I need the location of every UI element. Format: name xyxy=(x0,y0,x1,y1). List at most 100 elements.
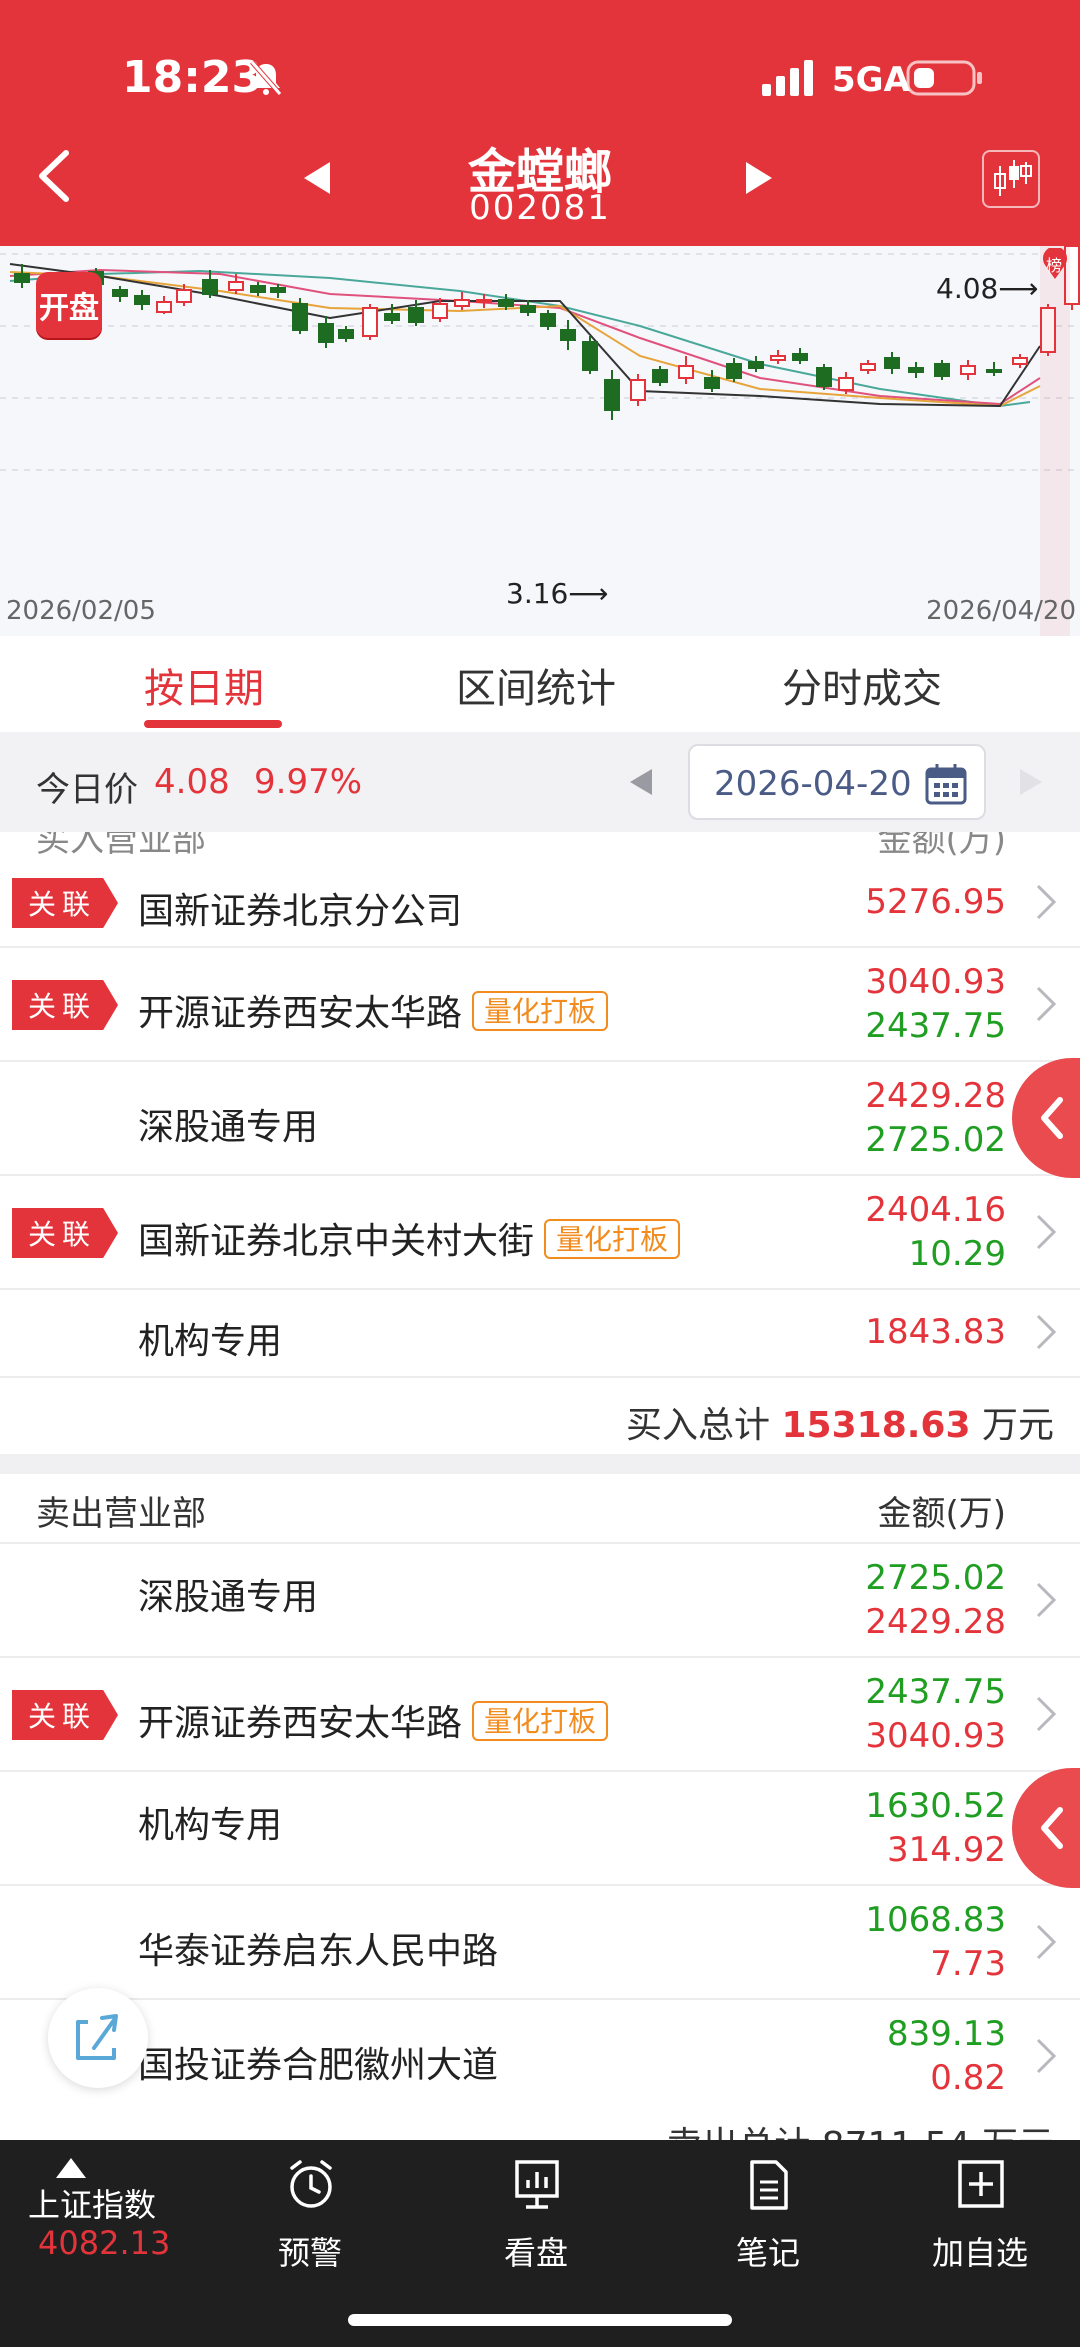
index-value: 4082.13 xyxy=(38,2224,171,2262)
high-price-label: 4.08⟶ xyxy=(936,272,1039,305)
candle-body xyxy=(792,353,808,361)
chart-end-date: 2026/04/20 xyxy=(926,596,1076,626)
quant-badge: 量化打板 xyxy=(544,1219,681,1259)
sell-row[interactable]: 华泰证券启东人民中路 1068.83 7.73 xyxy=(0,1886,1080,2000)
chevron-right-icon xyxy=(1036,1582,1057,1618)
seat-name: 开源证券西安太华路 xyxy=(138,993,463,1034)
related-tag: 关联 xyxy=(12,878,118,928)
nav-label: 加自选 xyxy=(931,2234,1028,2272)
candle-body xyxy=(270,287,286,293)
buy-amount: 314.92 xyxy=(887,1830,1006,1870)
sell-row[interactable]: 国投证券合肥徽州大道 839.13 0.82 xyxy=(0,2000,1080,2114)
candle-body xyxy=(112,289,128,297)
buy-total: 买入总计 15318.63 万元 xyxy=(626,1396,1054,1448)
seat-name: 机构专用 xyxy=(138,1321,283,1362)
chevron-left-icon xyxy=(1041,1807,1063,1849)
nav-label: 看盘 xyxy=(503,2234,568,2272)
nav-market[interactable]: 看盘 xyxy=(456,2140,616,2290)
sell-amount: 2725.02 xyxy=(865,1558,1006,1598)
home-indicator xyxy=(348,2314,732,2326)
buy-row[interactable]: 关联 国新证券北京中关村大街 量化打板 2404.16 10.29 xyxy=(0,1176,1080,1290)
nav-label: 预警 xyxy=(277,2234,342,2272)
nav-label: 笔记 xyxy=(735,2234,800,2272)
note-icon xyxy=(750,2160,788,2210)
today-price-row: 今日价 4.08 9.97% 2026-04-20 xyxy=(0,732,1080,832)
network-label: 5GA xyxy=(832,60,910,100)
sell-amount: 1068.83 xyxy=(865,1900,1006,1940)
seat-name: 国新证券北京分公司 xyxy=(138,891,463,932)
sell-total: 卖出总计 8711.54 万元 xyxy=(666,2116,1054,2140)
candle-body xyxy=(726,363,742,379)
moving-average-line xyxy=(9,263,1041,408)
sell-row[interactable]: 关联 开源证券西安太华路 量化打板 2437.75 3040.93 xyxy=(0,1658,1080,1772)
buy-header-amount: 金额(万) xyxy=(877,832,1006,858)
candle-body xyxy=(338,329,354,339)
index-name: 上证指数 xyxy=(28,2186,157,2224)
sell-header-amount: 金额(万) xyxy=(877,1494,1006,1534)
sell-row[interactable]: 机构专用 1630.52 314.92 xyxy=(0,1772,1080,1886)
nav-index-quote[interactable]: 上证指数 4082.13 xyxy=(0,2140,200,2290)
nav-add-watchlist[interactable]: 加自选 xyxy=(900,2140,1060,2290)
buy-amount: 0.82 xyxy=(930,2058,1006,2098)
next-stock-icon[interactable] xyxy=(740,160,776,196)
section-separator xyxy=(0,1454,1080,1474)
sell-amount: 1630.52 xyxy=(865,1786,1006,1826)
candle-body xyxy=(432,303,448,319)
buy-row[interactable]: 机构专用 1843.83 xyxy=(0,1290,1080,1378)
seat-name: 深股通专用 xyxy=(138,1107,319,1148)
related-tag: 关联 xyxy=(12,1690,118,1740)
moving-average-line xyxy=(9,271,1041,408)
buy-row[interactable]: 深股通专用 2429.28 2725.02 xyxy=(0,1062,1080,1176)
tab-range-stats[interactable]: 区间统计 xyxy=(456,656,616,714)
today-price-label: 今日价 xyxy=(36,770,138,810)
sell-amount: 839.13 xyxy=(887,2014,1006,2054)
candle-body xyxy=(384,313,400,321)
buy-total-unit: 万元 xyxy=(981,1405,1054,1446)
candle-body xyxy=(454,299,470,307)
buy-row[interactable]: 关联 国新证券北京分公司 5276.95 xyxy=(0,858,1080,948)
buy-header: 买入营业部 金额(万) xyxy=(0,832,1080,858)
buy-amount: 2429.28 xyxy=(865,1602,1006,1642)
up-arrow-icon xyxy=(56,2158,86,2178)
tab-tick-trades[interactable]: 分时成交 xyxy=(782,656,942,714)
app-root: 18:23 5GA 金螳螂 002081 开盘 榜 4.08⟶ 3.16⟶ 20… xyxy=(0,0,1080,2347)
open-badge[interactable]: 开盘 xyxy=(36,272,102,338)
buy-amount: 1843.83 xyxy=(865,1312,1006,1352)
today-price-value: 4.08 xyxy=(154,762,230,802)
kline-toggle-button[interactable] xyxy=(982,150,1040,208)
battery-icon xyxy=(906,60,982,96)
candle-body xyxy=(582,341,598,371)
sell-header-label: 卖出营业部 xyxy=(36,1494,206,1534)
today-change-value: 9.97% xyxy=(254,762,363,802)
buy-row[interactable]: 关联 开源证券西安太华路 量化打板 3040.93 2437.75 xyxy=(0,948,1080,1062)
chevron-right-icon xyxy=(1036,884,1057,920)
tab-by-date[interactable]: 按日期 xyxy=(144,656,264,714)
share-button[interactable] xyxy=(48,1988,148,2088)
candle-body xyxy=(408,307,424,323)
buy-amount: 7.73 xyxy=(930,1944,1006,1984)
sell-row[interactable]: 深股通专用 2725.02 2429.28 xyxy=(0,1544,1080,1658)
candle-body xyxy=(560,329,576,341)
prev-date-icon[interactable] xyxy=(626,767,656,797)
prev-stock-icon[interactable] xyxy=(300,160,336,196)
candle-body xyxy=(498,299,514,307)
last-day-highlight xyxy=(1040,246,1070,636)
stock-code: 002081 xyxy=(469,188,611,228)
candle-body xyxy=(838,377,854,391)
date-picker[interactable]: 2026-04-20 xyxy=(688,744,986,820)
nav-notes[interactable]: 笔记 xyxy=(688,2140,848,2290)
seat-name: 深股通专用 xyxy=(138,1577,319,1618)
sell-amount: 10.29 xyxy=(908,1234,1006,1274)
seat-name: 华泰证券启东人民中路 xyxy=(138,1931,499,1972)
candle-body xyxy=(860,363,876,371)
moving-average-line xyxy=(9,268,1041,406)
candle-body xyxy=(748,361,764,369)
nav-alert[interactable]: 预警 xyxy=(230,2140,390,2290)
buy-amount: 2404.16 xyxy=(865,1190,1006,1230)
seat-name-with-badge: 国新证券北京中关村大街 量化打板 xyxy=(138,1212,681,1264)
bottom-nav: 上证指数 4082.13 预警 看盘 笔记 加自选 xyxy=(0,2140,1080,2347)
next-date-icon[interactable] xyxy=(1016,767,1046,797)
add-square-icon xyxy=(958,2160,1004,2208)
back-icon[interactable] xyxy=(30,145,80,207)
seat-name-with-badge: 开源证券西安太华路 量化打板 xyxy=(138,1694,609,1746)
